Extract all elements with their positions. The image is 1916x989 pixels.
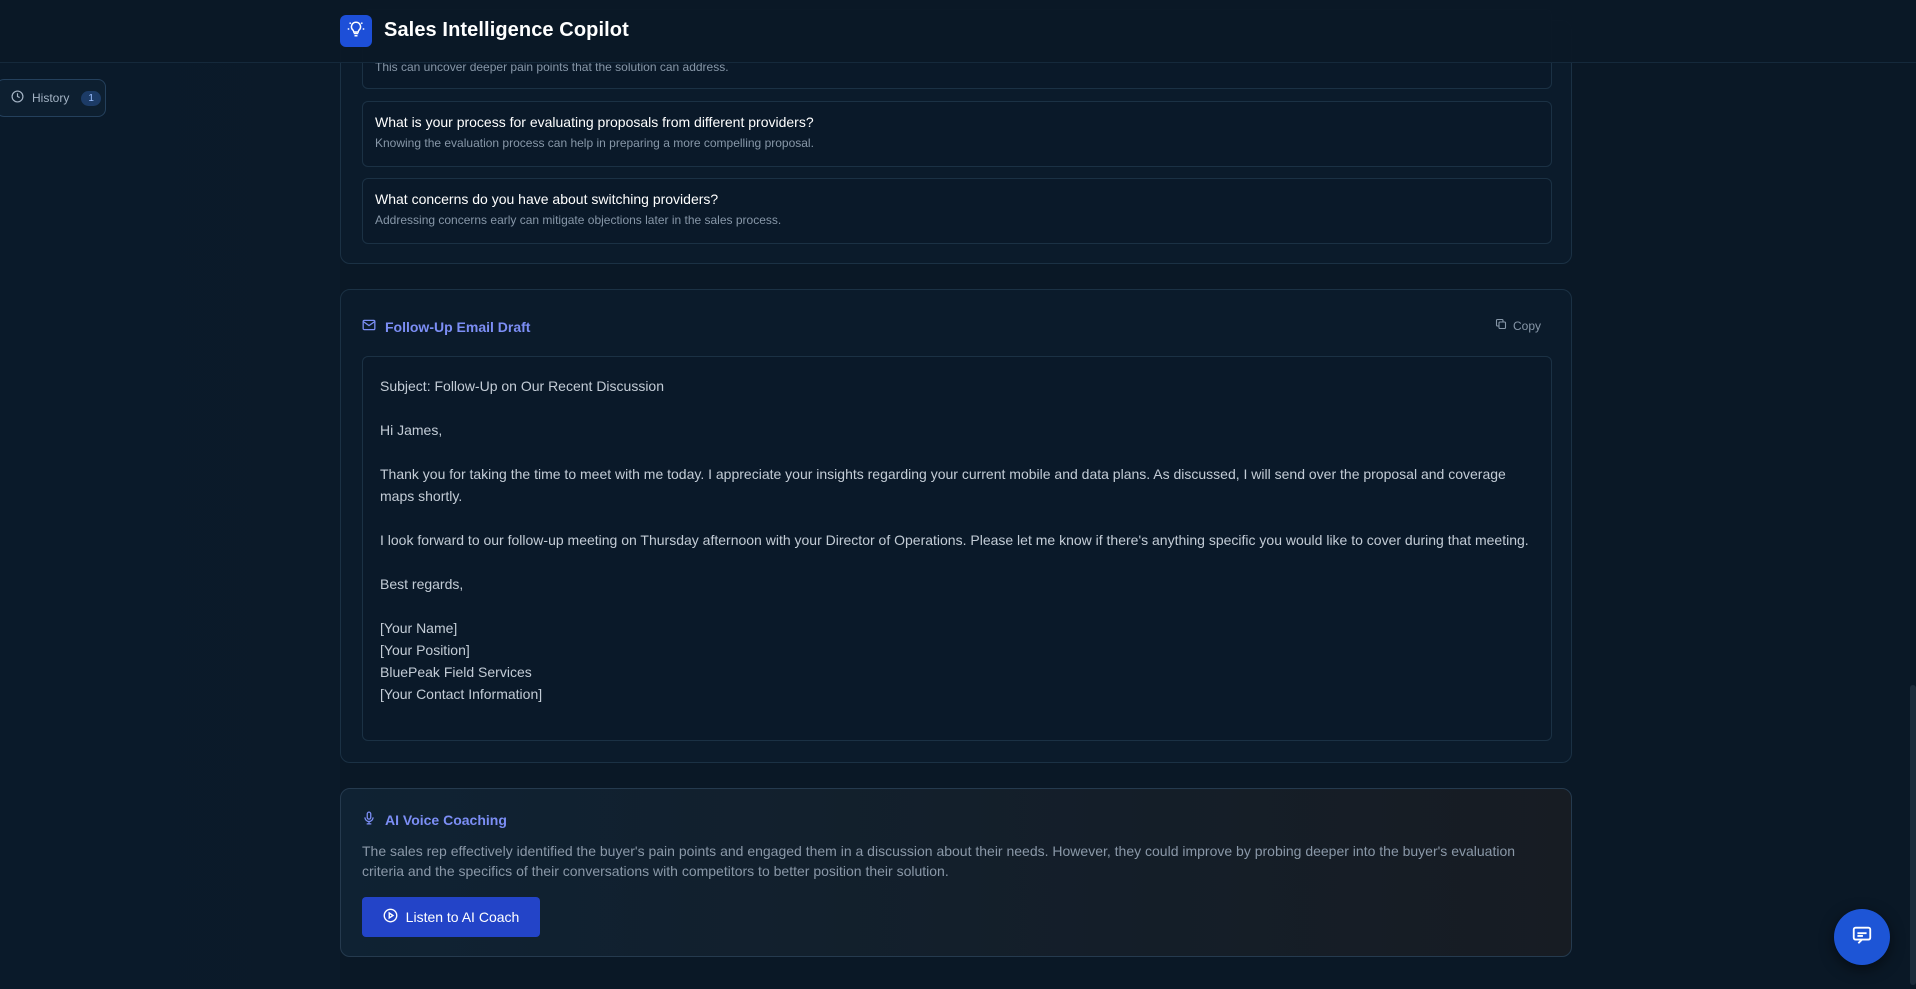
voice-coaching-card: AI Voice Coaching The sales rep effectiv…: [340, 788, 1572, 957]
email-subject: Subject: Follow-Up on Our Recent Discuss…: [380, 378, 665, 394]
coaching-section-title: AI Voice Coaching: [385, 811, 507, 828]
email-section-header: Follow-Up Email Draft: [362, 318, 530, 335]
signature-line: BluePeak Field Services: [380, 664, 532, 680]
email-signoff: Best regards,: [380, 576, 464, 592]
question-item: What concerns do you have about switchin…: [362, 178, 1552, 244]
signature-line: [Your Name]: [380, 620, 458, 636]
email-section-title: Follow-Up Email Draft: [385, 318, 531, 335]
coaching-text: The sales rep effectively identified the…: [362, 843, 1516, 879]
chat-icon: [1851, 924, 1873, 951]
question-item: What is your process for evaluating prop…: [362, 101, 1552, 167]
top-header: Sales Intelligence Copilot: [0, 0, 1916, 63]
microphone-icon: [362, 811, 376, 828]
play-circle-icon: [383, 908, 398, 926]
question-text: What is your process for evaluating prop…: [375, 114, 814, 130]
page-background: [0, 0, 340, 989]
history-button[interactable]: History 1: [0, 79, 106, 117]
email-paragraph: Thank you for taking the time to meet wi…: [380, 466, 1506, 504]
lightbulb-icon: [347, 20, 365, 43]
history-count-badge: 1: [81, 90, 101, 106]
copy-icon: [1495, 318, 1507, 333]
chat-button[interactable]: [1834, 909, 1890, 965]
question-text: What concerns do you have about switchin…: [375, 191, 719, 207]
signature-line: [Your Contact Information]: [380, 686, 543, 702]
listen-button-label: Listen to AI Coach: [405, 909, 520, 925]
signature-line: [Your Position]: [380, 642, 470, 658]
listen-button[interactable]: Listen to AI Coach: [362, 897, 540, 937]
coaching-section-header: AI Voice Coaching: [362, 811, 507, 828]
email-body[interactable]: Subject: Follow-Up on Our Recent Discuss…: [362, 356, 1552, 741]
email-paragraph: I look forward to our follow-up meeting …: [380, 532, 1529, 548]
app-title: Sales Intelligence Copilot: [384, 19, 629, 41]
app-logo: [340, 15, 372, 47]
question-description: Addressing concerns early can mitigate o…: [375, 213, 782, 227]
history-label: History: [32, 91, 70, 105]
copy-button[interactable]: Copy: [1495, 318, 1541, 333]
email-greeting: Hi James,: [380, 422, 443, 438]
question-description: Knowing the evaluation process can help …: [375, 136, 814, 150]
email-draft-card: Follow-Up Email Draft Copy Subject: Foll…: [340, 289, 1572, 763]
mail-icon: [362, 318, 376, 335]
scrollbar[interactable]: [1910, 685, 1916, 985]
clock-icon: [11, 90, 24, 106]
copy-label: Copy: [1512, 318, 1541, 333]
